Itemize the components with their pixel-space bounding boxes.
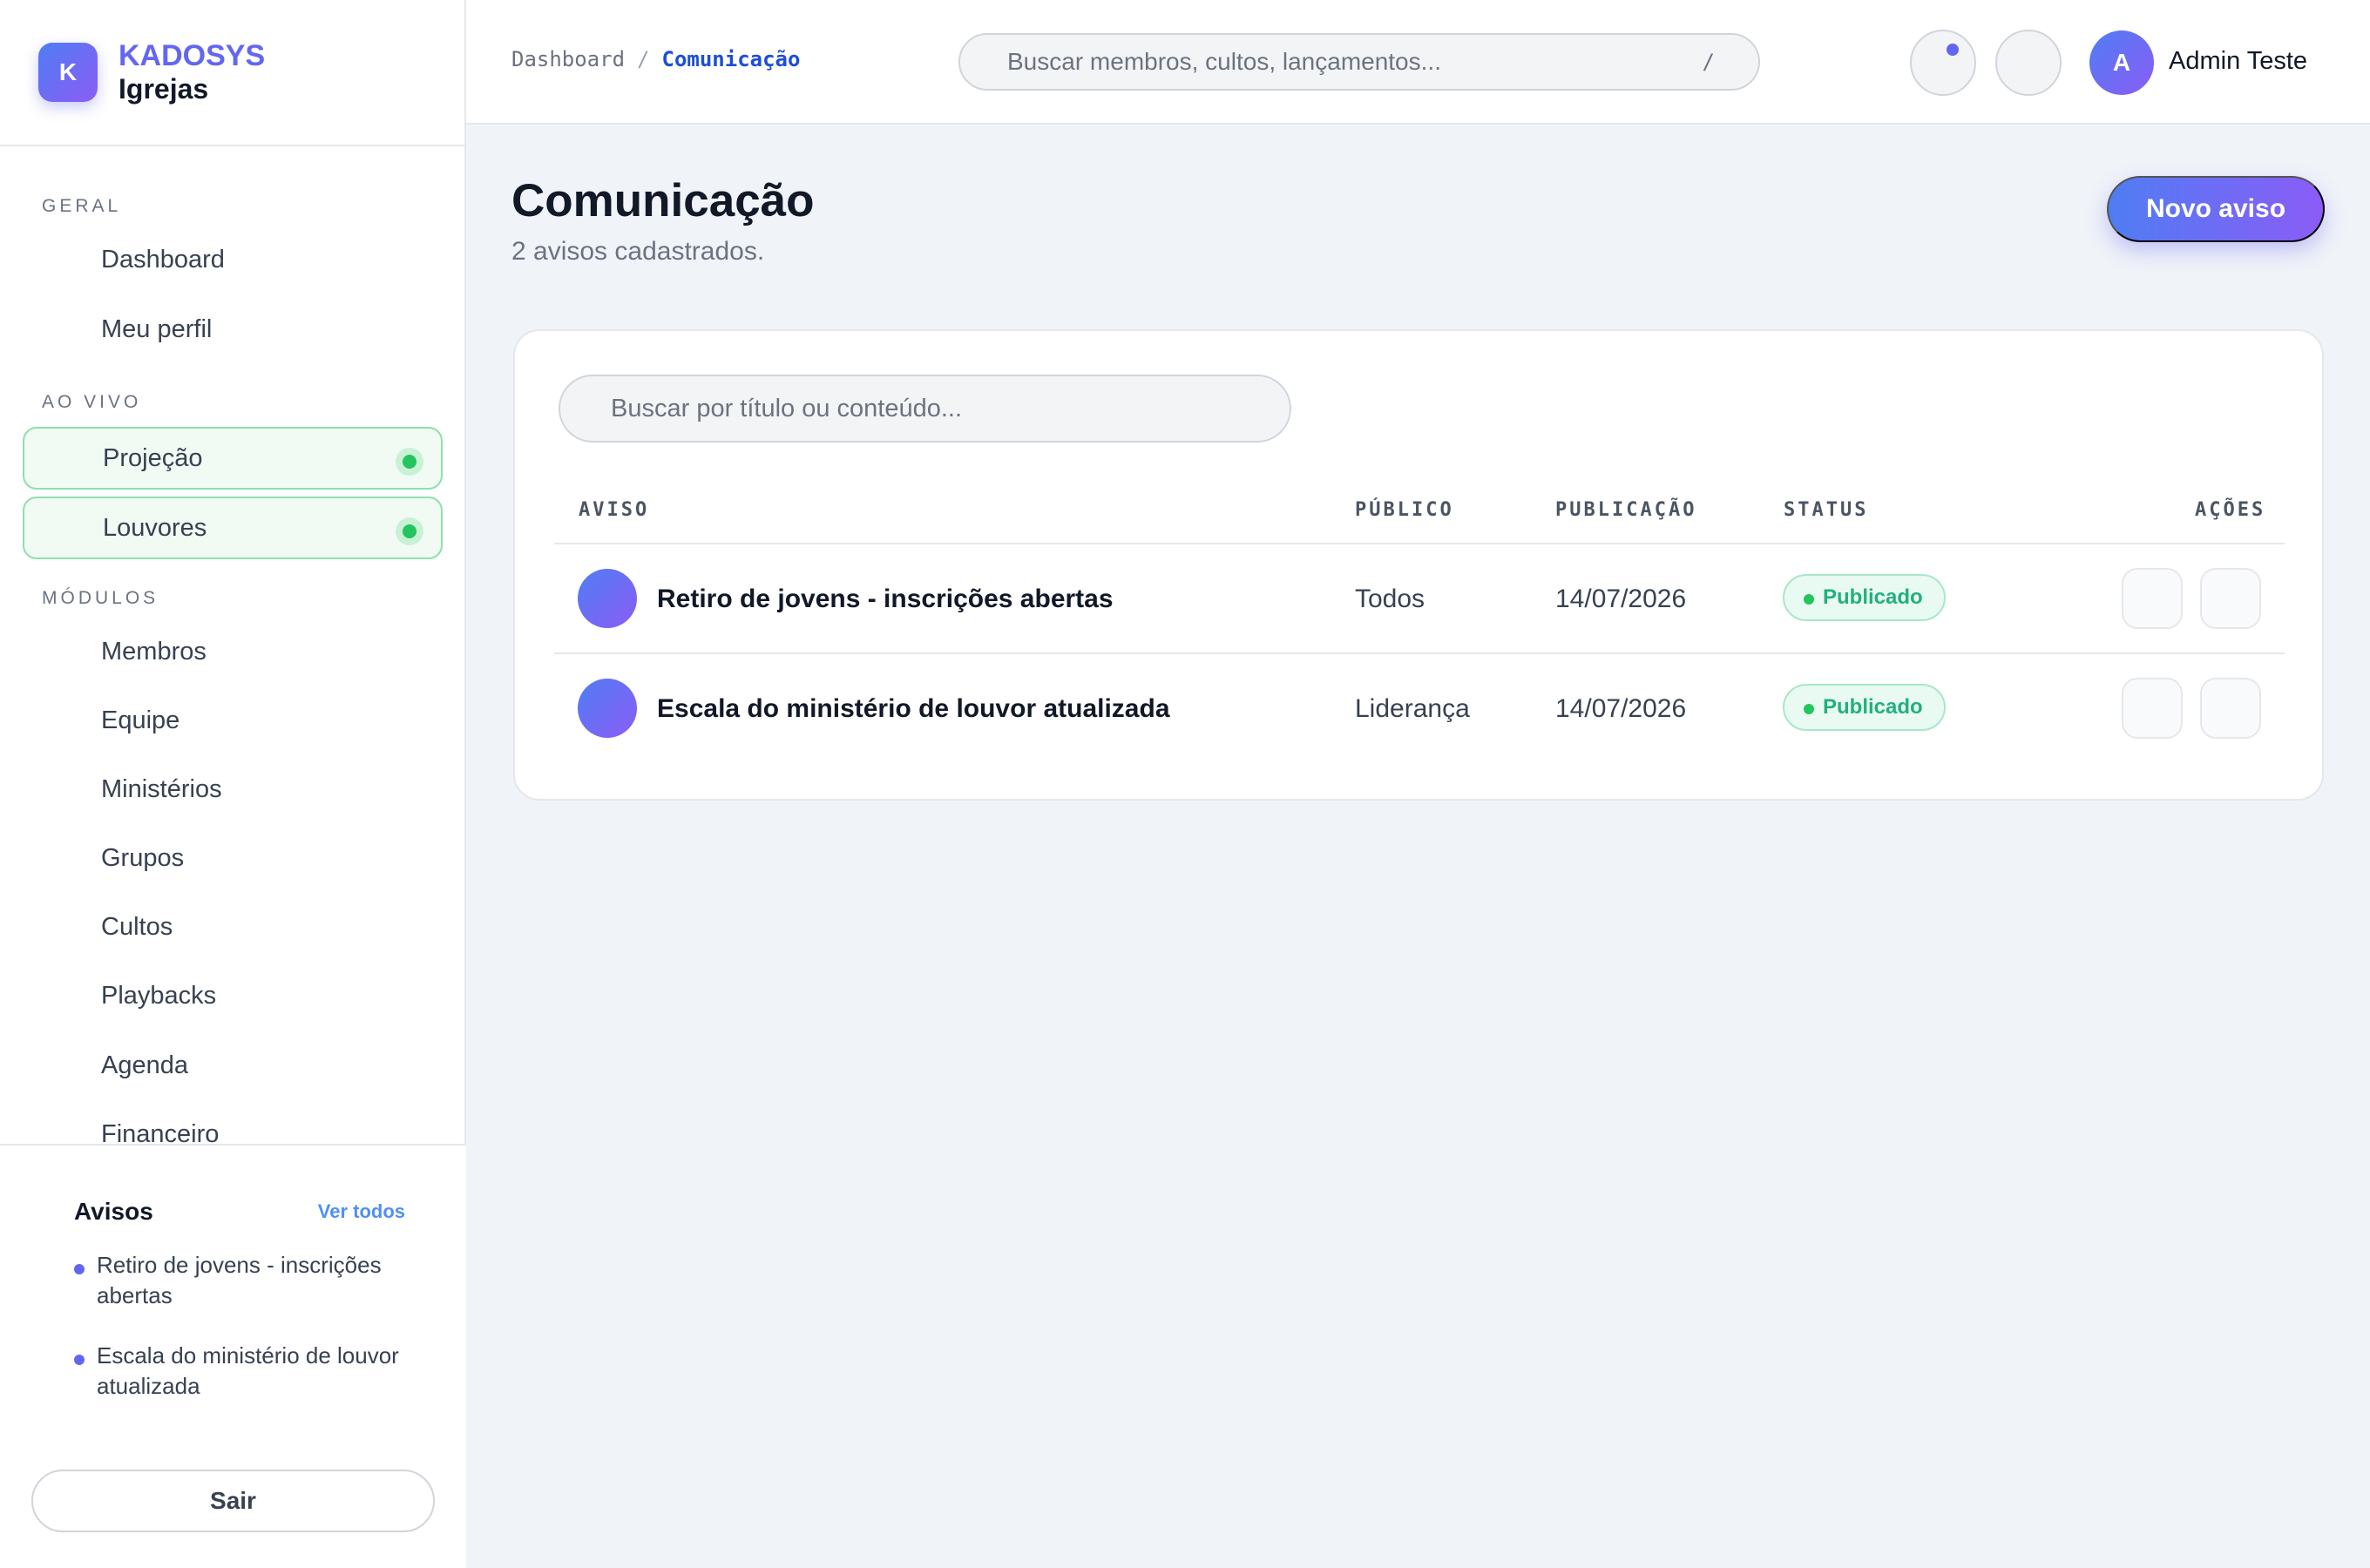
sidebar-item-label: Projeção <box>103 443 203 472</box>
sidebar-item-agenda[interactable]: Agenda <box>23 1034 443 1097</box>
sidebar-item-grupos[interactable]: Grupos <box>23 827 443 889</box>
breadcrumb-current: Comunicação <box>661 47 801 71</box>
nav-section-modulos: MÓDULOS <box>42 588 159 608</box>
sidebar-item-ministerios[interactable]: Ministérios <box>23 758 443 821</box>
status-badge: Publicado <box>1783 574 1946 621</box>
aviso-list-text: Retiro de jovens - inscrições abertas <box>97 1252 382 1308</box>
global-search[interactable]: / <box>958 33 1760 91</box>
notifications-button[interactable] <box>1910 30 1976 96</box>
sidebar-item-label: Equipe <box>101 706 180 734</box>
avatar[interactable]: A <box>2089 30 2154 95</box>
user-name[interactable]: Admin Teste <box>2169 47 2307 76</box>
column-header-publicacao: PUBLICAÇÃO <box>1555 499 1697 521</box>
sidebar-item-label: Dashboard <box>101 245 225 274</box>
row-date: 14/07/2026 <box>1555 694 1687 723</box>
page-subtitle: 2 avisos cadastrados. <box>511 237 765 266</box>
column-header-status: STATUS <box>1784 499 1869 521</box>
brand-text: KADOSYS Igrejas <box>118 39 265 105</box>
column-header-acoes: AÇÕES <box>2195 499 2266 521</box>
row-title: Retiro de jovens - inscrições abertas <box>657 585 1114 613</box>
breadcrumb: Dashboard / Comunicação <box>511 47 800 71</box>
brand-logo-icon: K <box>38 43 98 102</box>
sidebar-item-label: Financeiro <box>101 1119 220 1145</box>
search-shortcut-hint: / <box>1702 50 1715 74</box>
brand-name: KADOSYS <box>118 39 266 72</box>
edit-button[interactable] <box>2122 678 2183 739</box>
topbar: Dashboard / Comunicação / A Admin Teste <box>466 0 2370 125</box>
delete-button[interactable] <box>2200 568 2261 629</box>
aviso-list-text: Escala do ministério de louvor atualizad… <box>97 1342 399 1399</box>
sidebar-item-equipe[interactable]: Equipe <box>23 689 443 752</box>
live-indicator-icon <box>396 448 423 476</box>
aviso-list-item[interactable]: Escala do ministério de louvor atualizad… <box>74 1341 414 1402</box>
nav-section-geral: GERAL <box>42 196 122 216</box>
notification-dot-icon <box>1947 44 1959 56</box>
row-audience: Todos <box>1355 585 1425 613</box>
sidebar-item-cultos[interactable]: Cultos <box>23 896 443 958</box>
status-badge: Publicado <box>1783 684 1946 731</box>
row-date: 14/07/2026 <box>1555 585 1687 613</box>
sidebar-item-playbacks[interactable]: Playbacks <box>23 964 443 1027</box>
theme-toggle-button[interactable] <box>1995 30 2062 96</box>
breadcrumb-separator: / <box>637 47 650 71</box>
new-aviso-button[interactable]: Novo aviso <box>2107 176 2325 242</box>
table-search[interactable] <box>559 375 1291 443</box>
sidebar-item-label: Cultos <box>101 912 173 941</box>
page-title: Comunicação <box>511 175 815 226</box>
brand-subtitle: Igrejas <box>118 73 209 105</box>
table-search-input[interactable] <box>611 394 1256 423</box>
sidebar-item-label: Louvores <box>103 513 207 542</box>
column-header-aviso: AVISO <box>579 499 650 521</box>
edit-button[interactable] <box>2122 568 2183 629</box>
row-title: Escala do ministério de louvor atualizad… <box>657 694 1170 723</box>
sidebar-item-louvores[interactable]: Louvores <box>23 497 443 559</box>
sidebar-item-meu-perfil[interactable]: Meu perfil <box>23 298 443 361</box>
sidebar-item-financeiro[interactable]: Financeiro <box>23 1103 443 1145</box>
sidebar-item-projecao[interactable]: Projeção <box>23 427 443 490</box>
nav-section-ao-vivo: AO VIVO <box>42 392 142 412</box>
avisos-table-card: AVISO PÚBLICO PUBLICAÇÃO STATUS AÇÕES Re… <box>513 329 2324 801</box>
live-indicator-icon <box>396 517 423 545</box>
brand[interactable]: K KADOSYS Igrejas <box>0 0 464 146</box>
sidebar: K KADOSYS Igrejas GERAL Dashboard Meu pe… <box>0 0 466 1568</box>
table-row[interactable]: Retiro de jovens - inscrições abertas To… <box>554 543 2285 652</box>
global-search-input[interactable] <box>1007 48 1669 76</box>
delete-button[interactable] <box>2200 678 2261 739</box>
sidebar-item-dashboard[interactable]: Dashboard <box>23 228 443 291</box>
sidebar-item-membros[interactable]: Membros <box>23 620 443 683</box>
logout-button[interactable]: Sair <box>31 1470 435 1532</box>
aviso-list-item[interactable]: Retiro de jovens - inscrições abertas <box>74 1250 414 1311</box>
sidebar-item-label: Playbacks <box>101 981 217 1010</box>
ver-todos-link[interactable]: Ver todos <box>318 1200 405 1223</box>
sidebar-item-label: Agenda <box>101 1051 188 1079</box>
sidebar-avisos-panel: Avisos Ver todos Retiro de jovens - insc… <box>0 1144 466 1568</box>
sidebar-item-label: Ministérios <box>101 774 222 803</box>
breadcrumb-root[interactable]: Dashboard <box>511 47 625 71</box>
megaphone-icon <box>578 679 637 738</box>
sidebar-item-label: Grupos <box>101 843 185 872</box>
megaphone-icon <box>578 569 637 628</box>
sidebar-item-label: Membros <box>101 637 207 666</box>
sidebar-nav: GERAL Dashboard Meu perfil AO VIVO Proje… <box>0 146 466 1144</box>
sidebar-item-label: Meu perfil <box>101 314 213 343</box>
avisos-title: Avisos <box>74 1198 153 1225</box>
avisos-header: Avisos Ver todos <box>74 1198 405 1226</box>
bullet-icon <box>74 1355 85 1365</box>
column-header-publico: PÚBLICO <box>1355 499 1454 521</box>
bullet-icon <box>74 1264 85 1274</box>
table-row[interactable]: Escala do ministério de louvor atualizad… <box>554 652 2285 762</box>
row-audience: Liderança <box>1355 694 1470 723</box>
